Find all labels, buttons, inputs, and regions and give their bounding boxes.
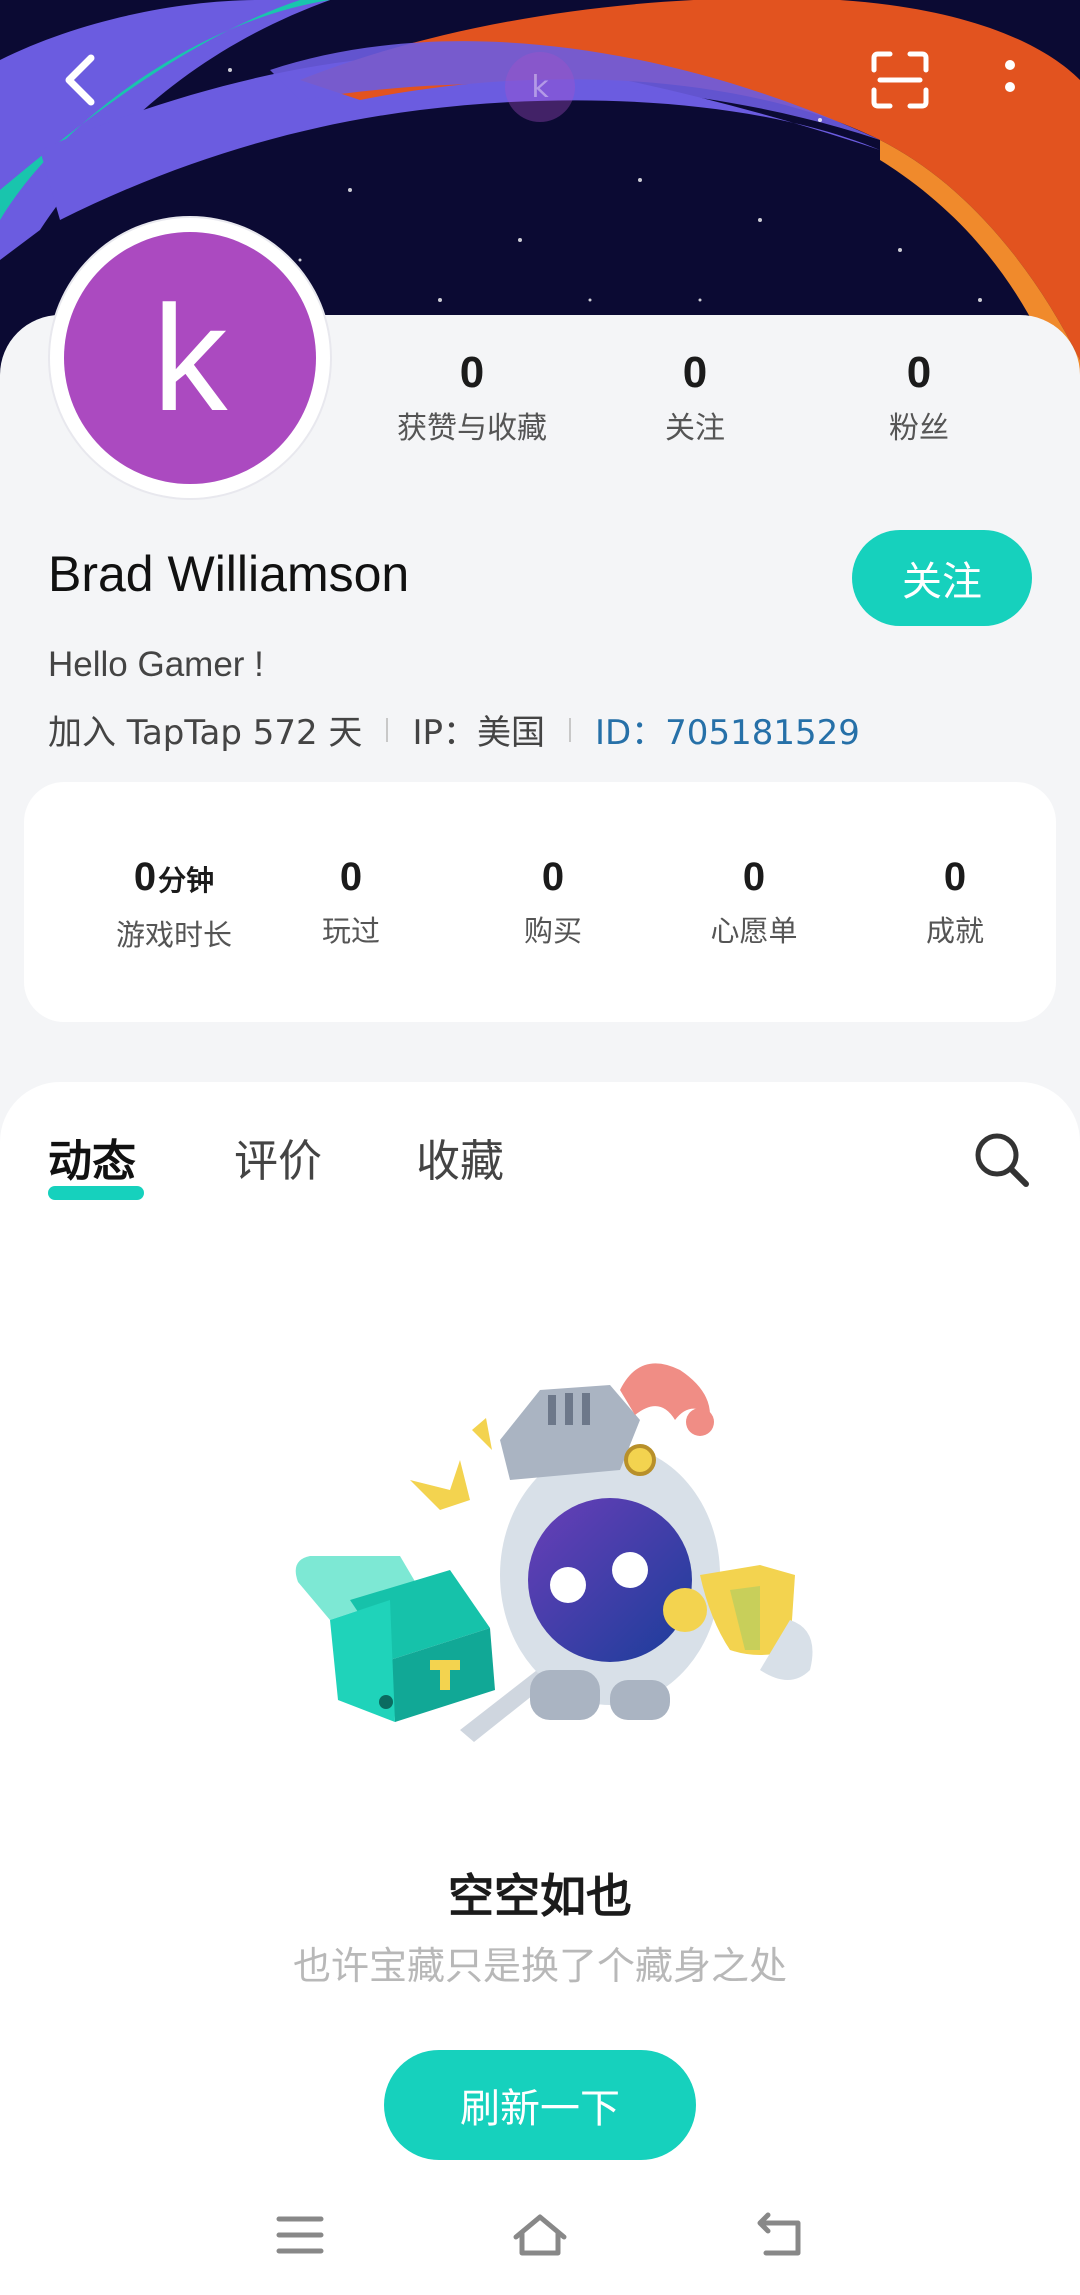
fans-label: 粉丝 [889,411,949,446]
home-icon [513,2214,567,2256]
empty-state-knight-illustration [295,1363,813,1742]
playtime-value: 0 [133,855,157,899]
following-stat[interactable]: 0 关注 [595,345,795,447]
avatar-letter: k [64,232,316,484]
more-options-button[interactable] [970,40,1050,120]
refresh-button[interactable]: 刷新一下 [384,2050,696,2160]
user-name: Brad Williamson [48,546,410,602]
more-vertical-icon [1005,60,1015,92]
chevron-left-icon [65,54,95,106]
ip-location: IP：美国 [412,713,545,753]
back-arrow-icon [757,2212,801,2256]
back-button[interactable] [40,40,120,120]
wishlist-count: 0 [742,855,766,899]
empty-state-subtitle: 也许宝藏只是换了个藏身之处 [292,1944,787,1988]
fans-count: 0 [906,348,932,397]
divider [568,717,571,742]
header-avatar: k [505,52,575,122]
join-duration: 加入 TapTap 572 天 [48,713,363,753]
following-count: 0 [682,348,708,397]
purchased-stat[interactable]: 0 购买 [453,852,653,950]
likes-count: 0 [459,348,485,397]
scan-button[interactable] [860,40,940,120]
fans-stat[interactable]: 0 粉丝 [819,345,1019,447]
wishlist-stat[interactable]: 0 心愿单 [654,852,854,950]
played-count: 0 [339,855,363,899]
recent-apps-button[interactable] [260,2200,340,2270]
avatar[interactable]: k [50,218,330,498]
home-button[interactable] [500,2200,580,2270]
user-id[interactable]: ID：705181529 [595,705,860,754]
playtime-unit: 分钟 [158,865,215,896]
achievements-label: 成就 [925,914,984,948]
search-button[interactable] [970,1128,1034,1192]
likes-stat[interactable]: 0 获赞与收藏 [372,345,572,447]
empty-state-title: 空空如也 [448,1869,632,1923]
divider [386,717,389,742]
played-label: 玩过 [321,914,380,948]
played-stat[interactable]: 0 玩过 [251,852,451,950]
search-icon [975,1133,1029,1187]
menu-icon [276,2216,324,2254]
active-tab-indicator [48,1186,144,1200]
purchased-label: 购买 [523,914,582,948]
tab-activity[interactable]: 动态 [48,1125,136,1189]
scan-icon [871,51,929,109]
follow-button[interactable]: 关注 [852,530,1032,626]
tab-reviews[interactable]: 评价 [234,1125,322,1189]
following-label: 关注 [665,411,725,446]
achievements-count: 0 [943,855,967,899]
likes-label: 获赞与收藏 [397,411,547,446]
achievements-stat[interactable]: 0 成就 [855,852,1055,950]
system-nav-bar [0,2180,1080,2295]
tab-favorites[interactable]: 收藏 [416,1125,504,1189]
game-stats-card: 0分钟 游戏时长 0 玩过 0 购买 0 心愿单 0 成就 [24,782,1056,1022]
back-nav-button[interactable] [740,2200,820,2270]
wishlist-label: 心愿单 [710,914,798,948]
user-meta: 加入 TapTap 572 天 IP：美国 ID：705181529 [48,705,860,754]
purchased-count: 0 [541,855,565,899]
playtime-stat[interactable]: 0分钟 游戏时长 [74,852,274,954]
user-bio: Hello Gamer ! [48,645,264,684]
playtime-label: 游戏时长 [115,918,232,952]
